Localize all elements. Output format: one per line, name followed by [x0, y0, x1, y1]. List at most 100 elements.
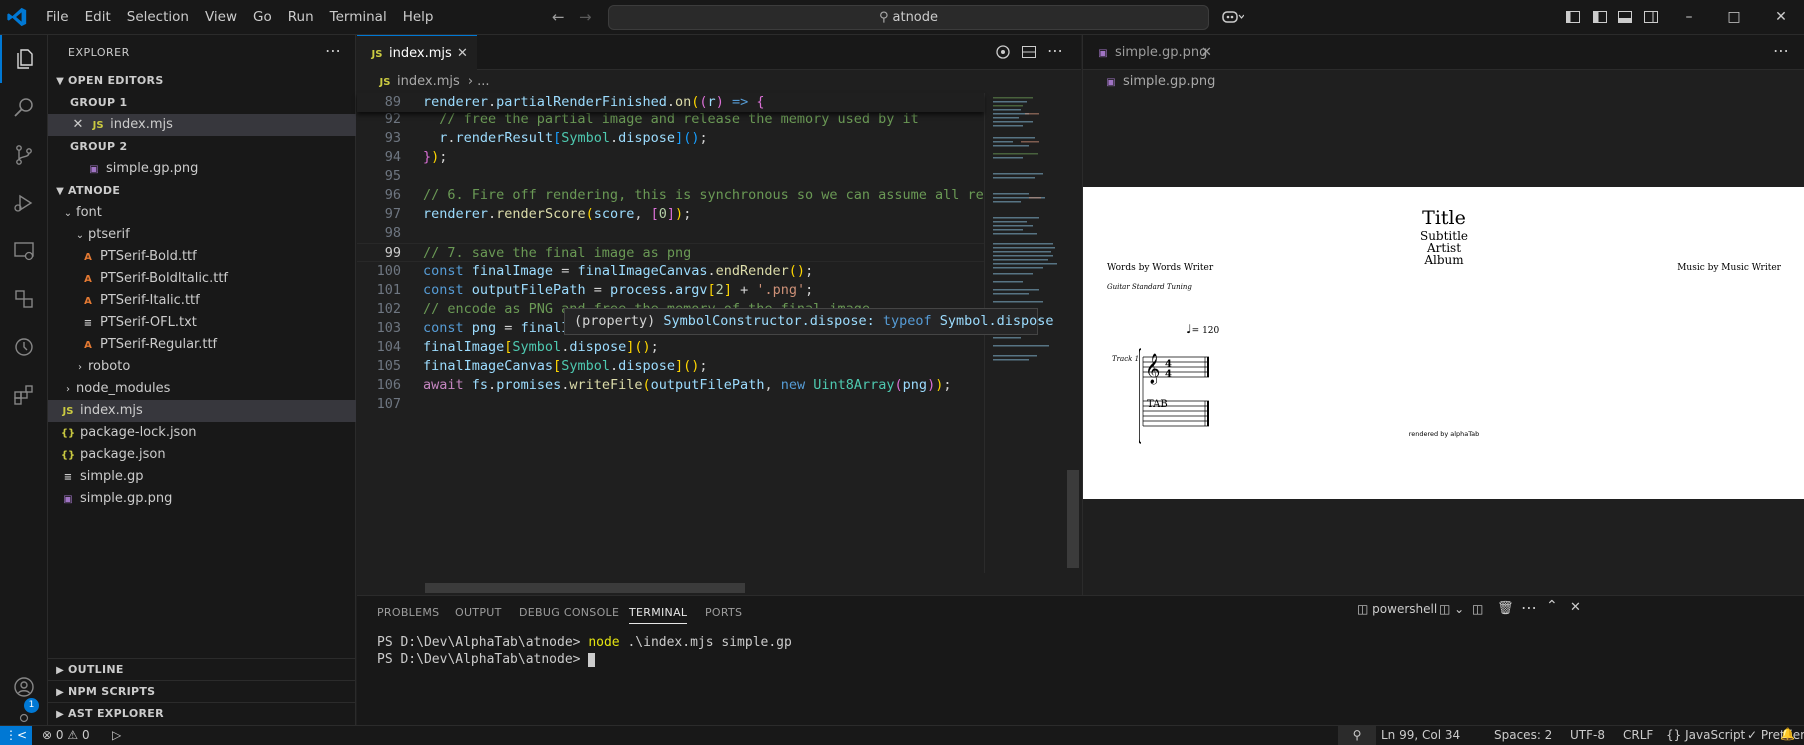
split-editor-icon[interactable] [1021, 44, 1037, 64]
tree-file-package-json[interactable]: {} package.json [48, 444, 356, 466]
tree-file-ptserif-regular[interactable]: A PTSerif-Regular.ttf [48, 334, 356, 356]
menu-selection[interactable]: Selection [119, 0, 197, 35]
remote-explorer-activity-icon[interactable] [0, 227, 48, 275]
tab-ports[interactable]: PORTS [705, 606, 742, 619]
prettier-status[interactable]: ✓ Prettier [1747, 726, 1804, 745]
close-icon[interactable]: ✕ [70, 114, 86, 136]
breadcrumb-file[interactable]: simple.gp.png [1123, 74, 1215, 89]
tab-terminal[interactable]: TERMINAL [629, 606, 688, 624]
breadcrumb-file[interactable]: index.mjs [397, 74, 460, 89]
vscode-logo-icon[interactable] [6, 6, 28, 28]
back-arrow-icon[interactable]: ← [552, 8, 565, 26]
run-icon[interactable]: ▷ [112, 726, 121, 745]
manage-gear-icon[interactable] [0, 711, 48, 725]
tree-folder-roboto[interactable]: › roboto [48, 356, 356, 378]
tree-folder-node-modules[interactable]: › node_modules [48, 378, 356, 400]
tree-file-ptserif-bold[interactable]: A PTSerif-Bold.ttf [48, 246, 356, 268]
maximize-panel-icon[interactable]: ⌃ [1546, 598, 1558, 614]
customize-layout-icon[interactable] [1565, 9, 1581, 25]
tab-output[interactable]: OUTPUT [455, 606, 502, 619]
copilot-chat-icon[interactable] [995, 44, 1011, 64]
maximize-icon[interactable]: □ [1726, 9, 1742, 25]
tab-index-mjs[interactable]: JS index.mjs ✕ [357, 35, 477, 70]
command-center-search[interactable]: ⚲ atnode [608, 5, 1209, 30]
line-number: 105 [376, 358, 401, 374]
split-terminal-icon: ◫ [1439, 602, 1451, 616]
section-label: AST EXPLORER [68, 707, 164, 720]
tree-file-simple-gp[interactable]: ≡ simple.gp [48, 466, 356, 488]
tree-file-package-lock[interactable]: {} package-lock.json [48, 422, 356, 444]
source-control-activity-icon[interactable] [0, 131, 48, 179]
horizontal-scrollbar[interactable] [425, 583, 745, 593]
menu-view[interactable]: View [197, 0, 245, 35]
split-terminal-button[interactable]: ◫ [1472, 602, 1483, 616]
extensions-activity-icon[interactable] [0, 371, 48, 419]
menu-help[interactable]: Help [395, 0, 442, 35]
problems-indicator[interactable]: ⊗ 0 ⚠ 0 [42, 726, 90, 745]
language-mode[interactable]: {} JavaScript [1666, 726, 1745, 745]
close-tab-icon[interactable]: ✕ [457, 36, 468, 71]
js-file-icon: JS [379, 77, 391, 88]
indentation[interactable]: Spaces: 2 [1494, 726, 1552, 745]
tab-simple-gp-png[interactable]: ▣ simple.gp.png ✕ [1083, 35, 1218, 70]
line-ending[interactable]: CRLF [1623, 726, 1653, 745]
close-tab-icon[interactable]: ✕ [1201, 35, 1212, 70]
breadcrumb-symbol[interactable]: ... [477, 74, 489, 89]
more-actions-icon[interactable]: ⋯ [325, 41, 341, 60]
tree-file-index-mjs[interactable]: JS index.mjs [48, 400, 356, 422]
terminal-instance[interactable]: ◫ powershell [1357, 602, 1437, 616]
npm-scripts-section[interactable]: ▶ NPM SCRIPTS [48, 681, 356, 703]
minimize-icon[interactable]: – [1681, 9, 1697, 25]
outline-section[interactable]: ▶ OUTLINE [48, 659, 356, 681]
terminal-prompt: PS D:\Dev\AlphaTab\atnode> [377, 635, 589, 650]
score-title: Title [1422, 207, 1466, 229]
double-check-icon: ✓ [1747, 728, 1758, 742]
tab-debug-console[interactable]: DEBUG CONSOLE [519, 606, 619, 619]
forward-arrow-icon[interactable]: → [579, 8, 592, 26]
copilot-icon[interactable] [1222, 9, 1244, 25]
sticky-scroll-line[interactable]: 89 renderer.partialRenderFinished.on((r) … [357, 93, 984, 112]
close-panel-icon[interactable]: ✕ [1570, 600, 1581, 615]
tree-folder-ptserif[interactable]: ⌄ ptserif [48, 224, 356, 246]
menu-terminal[interactable]: Terminal [322, 0, 395, 35]
code-line: 100 const finalImage = finalImageCanvas.e… [357, 262, 814, 281]
ast-explorer-section[interactable]: ▶ AST EXPLORER [48, 703, 356, 725]
open-editor-index-mjs[interactable]: ✕ JS index.mjs [48, 114, 356, 136]
open-editor-simple-gp-png[interactable]: ▣ simple.gp.png [48, 158, 356, 180]
project-section-atnode[interactable]: ▼ ATNODE [48, 180, 356, 202]
tab-problems[interactable]: PROBLEMS [377, 606, 439, 619]
vertical-scrollbar[interactable] [1067, 470, 1079, 568]
toggle-secondary-sidebar-icon[interactable] [1643, 9, 1659, 25]
cursor-position[interactable]: Ln 99, Col 34 [1381, 726, 1460, 745]
toggle-panel-icon[interactable] [1617, 9, 1633, 25]
explorer-activity-icon[interactable] [0, 35, 48, 83]
tree-folder-font[interactable]: ⌄ font [48, 202, 356, 224]
more-actions-icon[interactable]: ⋯ [1773, 41, 1789, 60]
tree-file-ptserif-ofl[interactable]: ≡ PTSerif-OFL.txt [48, 312, 356, 334]
trash-icon[interactable]: 🗑 [1497, 601, 1514, 616]
menu-edit[interactable]: Edit [77, 0, 119, 35]
close-window-icon[interactable]: ✕ [1773, 9, 1789, 25]
tree-file-simple-gp-png[interactable]: ▣ simple.gp.png [48, 488, 356, 510]
new-terminal-dropdown[interactable]: ◫ ⌄ [1439, 602, 1464, 616]
menu-file[interactable]: File [38, 0, 77, 35]
file-label: PTSerif-Bold.ttf [100, 249, 197, 264]
notifications-bell-icon[interactable]: 🔔 [1780, 727, 1795, 741]
open-editors-section[interactable]: ▼ OPEN EDITORS [48, 70, 356, 92]
zoom-icon[interactable]: ⚲ [1338, 726, 1376, 745]
encoding[interactable]: UTF-8 [1570, 726, 1605, 745]
menu-go[interactable]: Go [245, 0, 280, 35]
more-actions-icon[interactable]: ⋯ [1047, 41, 1063, 60]
tree-file-ptserif-bolditalic[interactable]: A PTSerif-BoldItalic.ttf [48, 268, 356, 290]
search-activity-icon[interactable] [0, 83, 48, 131]
terminal-line[interactable]: PS D:\Dev\AlphaTab\atnode> [377, 652, 596, 667]
timeline-activity-icon[interactable] [0, 323, 48, 371]
font-file-icon: A [84, 252, 92, 263]
run-debug-activity-icon[interactable] [0, 179, 48, 227]
remote-indicator-icon[interactable]: ⋮< [0, 726, 32, 745]
tree-file-ptserif-italic[interactable]: A PTSerif-Italic.ttf [48, 290, 356, 312]
menu-run[interactable]: Run [280, 0, 322, 35]
toggle-sidebar-icon[interactable] [1592, 9, 1608, 25]
testing-activity-icon[interactable] [0, 275, 48, 323]
more-actions-icon[interactable]: ⋯ [1521, 598, 1537, 617]
